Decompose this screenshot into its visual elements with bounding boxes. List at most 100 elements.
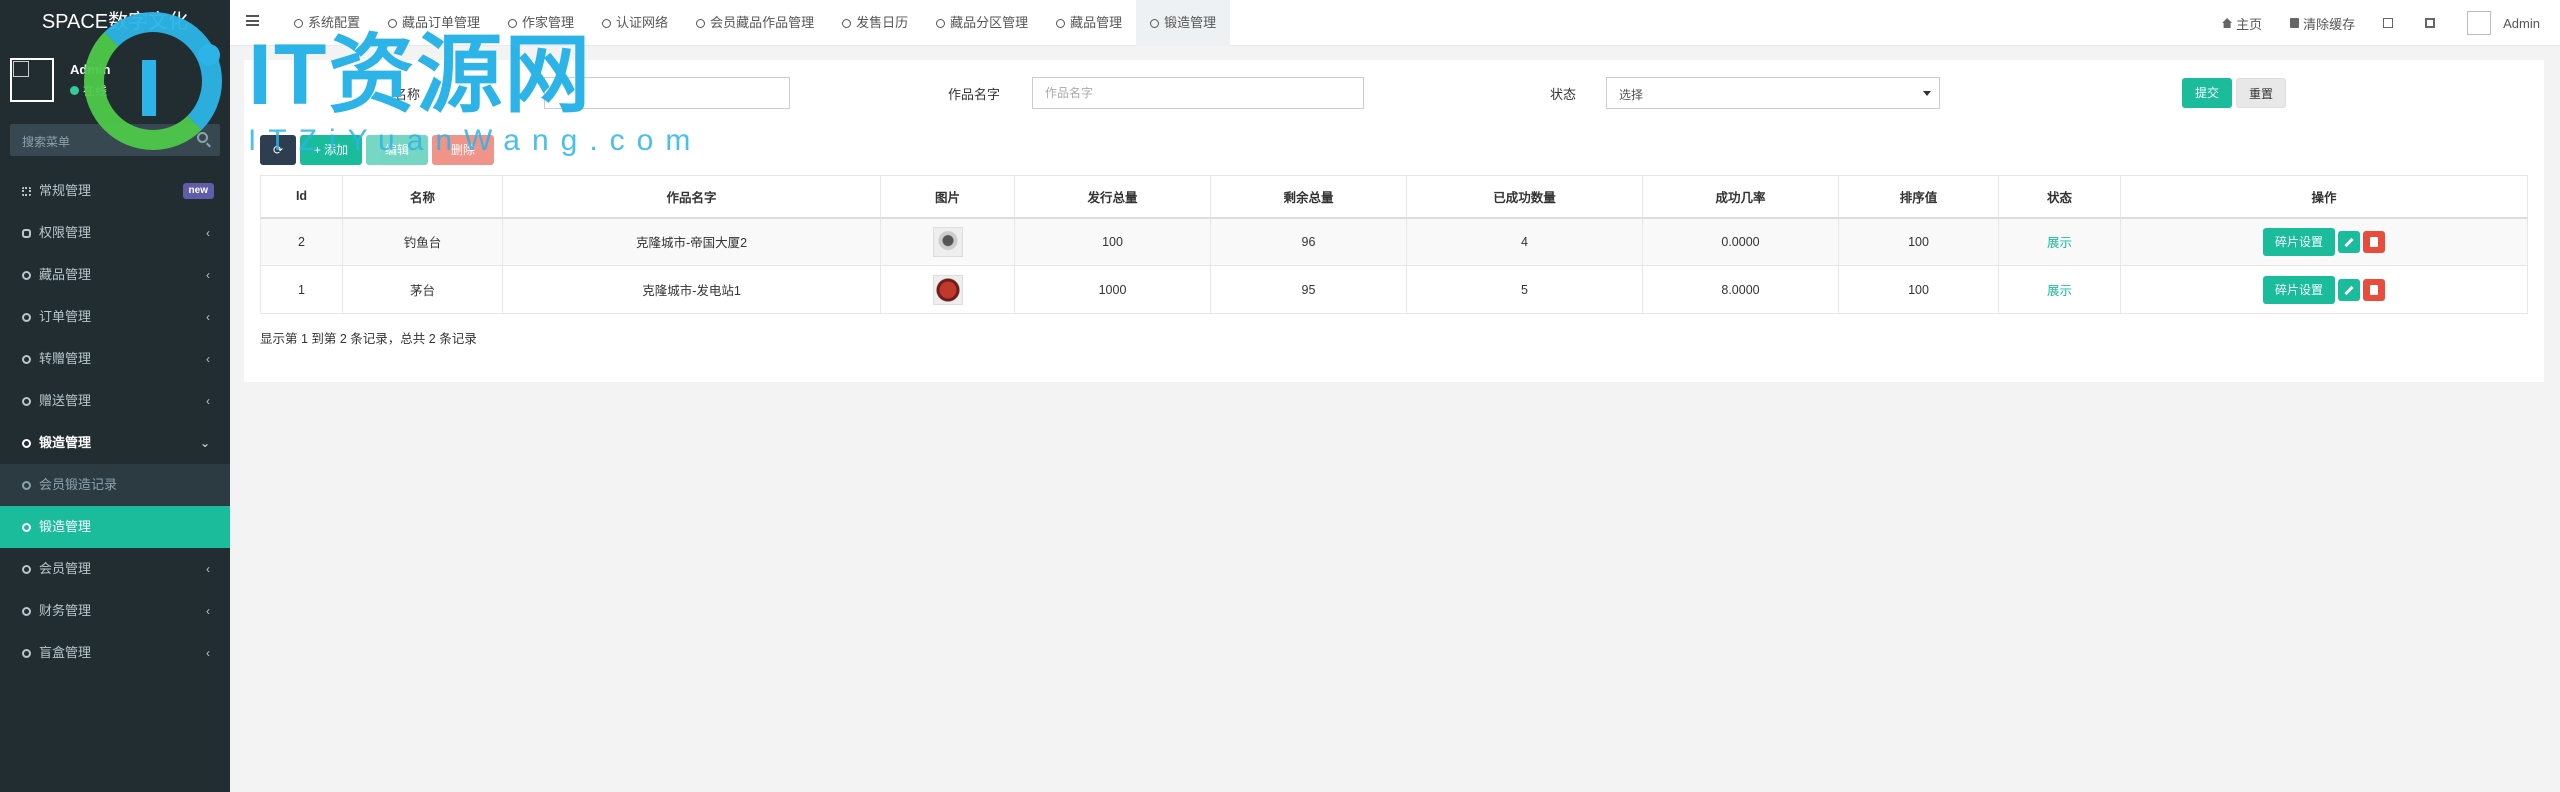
tab-label: 藏品分区管理 [950, 15, 1029, 30]
tab-zones[interactable]: 藏品分区管理 [922, 0, 1042, 46]
chevron-left-icon: ‹ [206, 226, 210, 240]
cell-total: 100 [1014, 217, 1211, 266]
cell-rate: 8.0000 [1642, 265, 1839, 314]
column-header[interactable]: 作品名字 [502, 175, 881, 219]
sidebar-item-gift[interactable]: 赠送管理 ‹ [0, 380, 230, 422]
column-header[interactable]: 名称 [342, 175, 503, 219]
column-header[interactable]: 剩余总量 [1210, 175, 1407, 219]
column-header: 操作 [2120, 175, 2528, 219]
cell-actions: 碎片设置 [2120, 265, 2528, 314]
submit-button[interactable]: 提交 [2182, 78, 2232, 108]
status-link[interactable]: 展示 [2047, 284, 2072, 298]
clear-cache-button[interactable]: 清除缓存 [2290, 14, 2355, 33]
fullscreen-button[interactable] [2425, 18, 2439, 28]
sidebar-item-label: 订单管理 [39, 309, 92, 324]
chevron-left-icon: ‹ [206, 646, 210, 660]
sidebar-item-transfer[interactable]: 转赠管理 ‹ [0, 338, 230, 380]
language-button[interactable] [2383, 18, 2397, 28]
sidebar-menu: 常规管理 new 权限管理 ‹ 藏品管理 ‹ 订单管理 ‹ 转赠管理 ‹ 赠送管理 ‹ 锻造… [0, 170, 230, 674]
tab-auth-network[interactable]: 认证网络 [588, 0, 682, 46]
home-link[interactable]: 主页 [2222, 14, 2262, 33]
status-select-value: 选择 [1619, 88, 1644, 102]
row-delete-button[interactable] [2363, 230, 2385, 253]
circle-icon [22, 355, 31, 364]
status-link[interactable]: 展示 [2047, 236, 2072, 250]
watermark-logo-dot [198, 44, 220, 66]
cell-remain: 95 [1210, 265, 1407, 314]
column-header[interactable]: Id [260, 175, 343, 219]
home-label: 主页 [2236, 16, 2263, 32]
table-row[interactable]: 2 钓鱼台 克隆城市-帝国大厦2 100 96 4 0.0000 100 展示 … [260, 217, 2528, 266]
sidebar-item-label: 财务管理 [39, 603, 92, 618]
circle-icon [22, 397, 31, 406]
home-icon [2222, 18, 2233, 28]
circle-icon [602, 19, 612, 28]
pagination-info: 显示第 1 到第 2 条记录，总共 2 条记录 [260, 332, 477, 346]
column-header[interactable]: 图片 [880, 175, 1015, 219]
column-header[interactable]: 已成功数量 [1406, 175, 1643, 219]
sidebar-item-orders[interactable]: 订单管理 ‹ [0, 296, 230, 338]
cell-success: 5 [1406, 265, 1643, 314]
cell-remain: 96 [1210, 217, 1407, 266]
column-header[interactable]: 状态 [1998, 175, 2121, 219]
watermark-title: IT资源网 [248, 27, 593, 123]
tab-calendar[interactable]: 发售日历 [828, 0, 922, 46]
user-avatar [10, 58, 54, 102]
sidebar-item-forge-records[interactable]: 会员锻造记录 [0, 464, 230, 506]
row-delete-button[interactable] [2363, 278, 2385, 301]
search-icon[interactable] [197, 132, 208, 143]
column-header[interactable]: 排序值 [1838, 175, 1999, 219]
tab-forge[interactable]: 锻造管理 [1136, 0, 1231, 46]
cell-actions: 碎片设置 [2120, 217, 2528, 266]
cell-sort: 100 [1838, 217, 1999, 266]
sidebar-item-collection[interactable]: 藏品管理 ‹ [0, 254, 230, 296]
fragment-settings-button[interactable]: 碎片设置 [2262, 275, 2335, 304]
circle-icon [22, 481, 31, 490]
sidebar-item-forge-manage[interactable]: 锻造管理 [0, 506, 230, 548]
admin-menu[interactable]: Admin [2467, 11, 2540, 35]
sidebar-item-label: 会员管理 [39, 561, 92, 576]
cell-rate: 0.0000 [1642, 217, 1839, 266]
row-edit-button[interactable] [2338, 278, 2360, 301]
fullscreen-icon [2425, 18, 2436, 28]
chevron-left-icon: ‹ [206, 268, 210, 282]
tab-collection[interactable]: 藏品管理 [1042, 0, 1136, 46]
topbar-actions: 主页 清除缓存 Admin [2194, 0, 2540, 46]
menu-toggle-icon[interactable] [246, 15, 259, 26]
cell-name: 钓鱼台 [342, 217, 503, 266]
fragment-settings-button[interactable]: 碎片设置 [2262, 227, 2335, 256]
forge-submenu: 会员锻造记录 锻造管理 [0, 464, 230, 548]
column-header[interactable]: 发行总量 [1014, 175, 1211, 219]
row-edit-button[interactable] [2338, 230, 2360, 253]
table-header-row: Id 名称 作品名字 图片 发行总量 剩余总量 已成功数量 成功几率 排序值 状… [260, 175, 2528, 219]
sidebar-item-finance[interactable]: 财务管理 ‹ [0, 590, 230, 632]
trash-icon [2370, 236, 2378, 247]
tab-label: 藏品管理 [1070, 15, 1123, 30]
tab-member-works[interactable]: 会员藏品作品管理 [682, 0, 828, 46]
circle-icon [22, 565, 31, 574]
pencil-icon [2344, 237, 2354, 247]
circle-icon [22, 313, 31, 322]
sidebar-item-forge[interactable]: 锻造管理 ⌄ [0, 422, 230, 464]
work-filter-input[interactable] [1032, 77, 1364, 109]
sidebar-item-label: 会员锻造记录 [39, 477, 118, 492]
new-badge: new [182, 183, 214, 199]
sidebar-item-blindbox[interactable]: 盲盒管理 ‹ [0, 632, 230, 674]
work-thumbnail[interactable] [932, 274, 963, 305]
circle-icon [22, 271, 31, 280]
sidebar-item-general[interactable]: 常规管理 new [0, 170, 230, 212]
cell-total: 1000 [1014, 265, 1211, 314]
table-row[interactable]: 1 茅台 克隆城市-发电站1 1000 95 5 8.0000 100 展示 碎… [260, 265, 2528, 314]
sidebar-item-members[interactable]: 会员管理 ‹ [0, 548, 230, 590]
column-header[interactable]: 成功几率 [1642, 175, 1839, 219]
status-filter-select[interactable]: 选择 [1606, 77, 1940, 109]
work-thumbnail[interactable] [932, 226, 963, 257]
cell-sort: 100 [1838, 265, 1999, 314]
pencil-icon [2344, 285, 2354, 295]
sidebar-item-permission[interactable]: 权限管理 ‹ [0, 212, 230, 254]
reset-button[interactable]: 重置 [2236, 78, 2286, 108]
work-filter-label: 作品名字 [948, 87, 1001, 102]
clear-cache-label: 清除缓存 [2303, 16, 2356, 32]
cell-id: 1 [260, 265, 343, 314]
cell-status: 展示 [1998, 265, 2121, 314]
